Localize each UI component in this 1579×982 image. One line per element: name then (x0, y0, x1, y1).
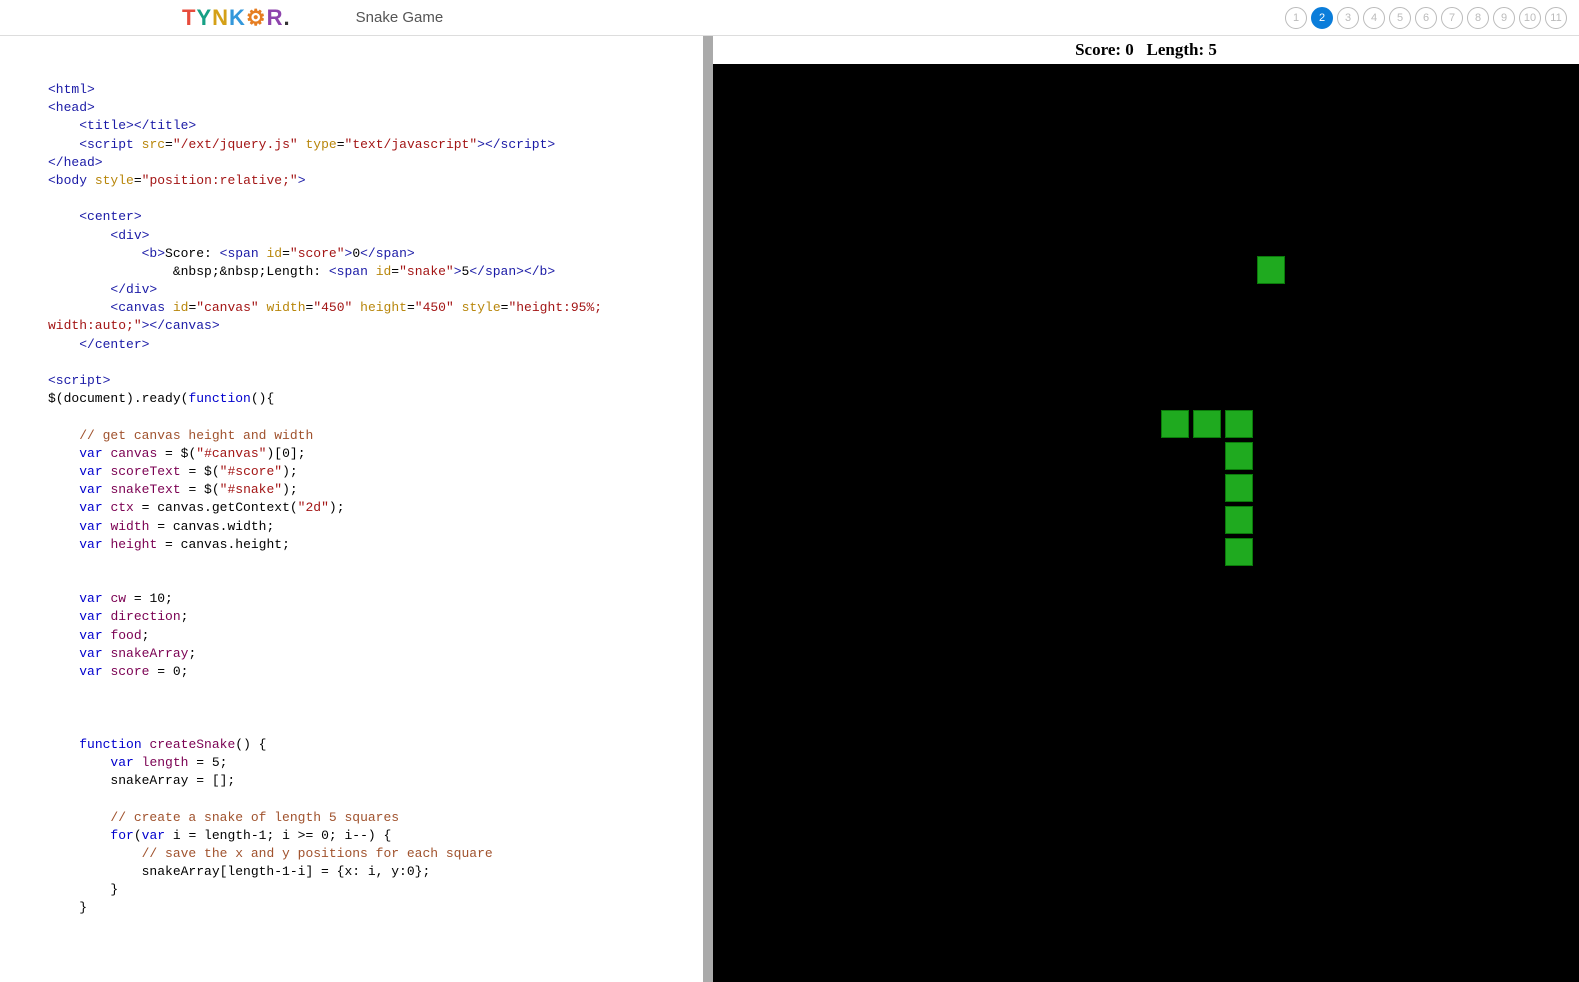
snake-segment (1161, 410, 1189, 438)
score-value: 0 (1125, 40, 1134, 59)
header: TYNK⚙R. Snake Game 1234567891011 (0, 0, 1579, 36)
code-content[interactable]: <html> <head> <title></title> <script sr… (48, 81, 703, 982)
step-8[interactable]: 8 (1467, 7, 1489, 29)
snake-segment (1225, 442, 1253, 470)
panel-divider[interactable] (703, 36, 713, 982)
main: <html> <head> <title></title> <script sr… (0, 36, 1579, 982)
game-status: Score: 0 Length: 5 (1075, 36, 1217, 64)
score-label: Score: (1075, 40, 1121, 59)
game-preview: Score: 0 Length: 5 (713, 36, 1579, 982)
step-11[interactable]: 11 (1545, 7, 1567, 29)
tynker-logo[interactable]: TYNK⚙R. (182, 5, 291, 31)
step-3[interactable]: 3 (1337, 7, 1359, 29)
step-2[interactable]: 2 (1311, 7, 1333, 29)
snake-segment (1225, 506, 1253, 534)
food (1257, 256, 1285, 284)
page-title: Snake Game (356, 9, 444, 26)
step-4[interactable]: 4 (1363, 7, 1385, 29)
snake-segment (1225, 474, 1253, 502)
length-label: Length: (1147, 40, 1205, 59)
snake-segment (1193, 410, 1221, 438)
length-value: 5 (1208, 40, 1217, 59)
step-7[interactable]: 7 (1441, 7, 1463, 29)
step-6[interactable]: 6 (1415, 7, 1437, 29)
step-9[interactable]: 9 (1493, 7, 1515, 29)
snake-segment (1225, 410, 1253, 438)
snake-segment (1225, 538, 1253, 566)
game-canvas[interactable] (713, 64, 1579, 982)
step-nav: 1234567891011 (1285, 7, 1567, 29)
step-5[interactable]: 5 (1389, 7, 1411, 29)
step-10[interactable]: 10 (1519, 7, 1541, 29)
code-editor[interactable]: <html> <head> <title></title> <script sr… (0, 36, 703, 982)
step-1[interactable]: 1 (1285, 7, 1307, 29)
